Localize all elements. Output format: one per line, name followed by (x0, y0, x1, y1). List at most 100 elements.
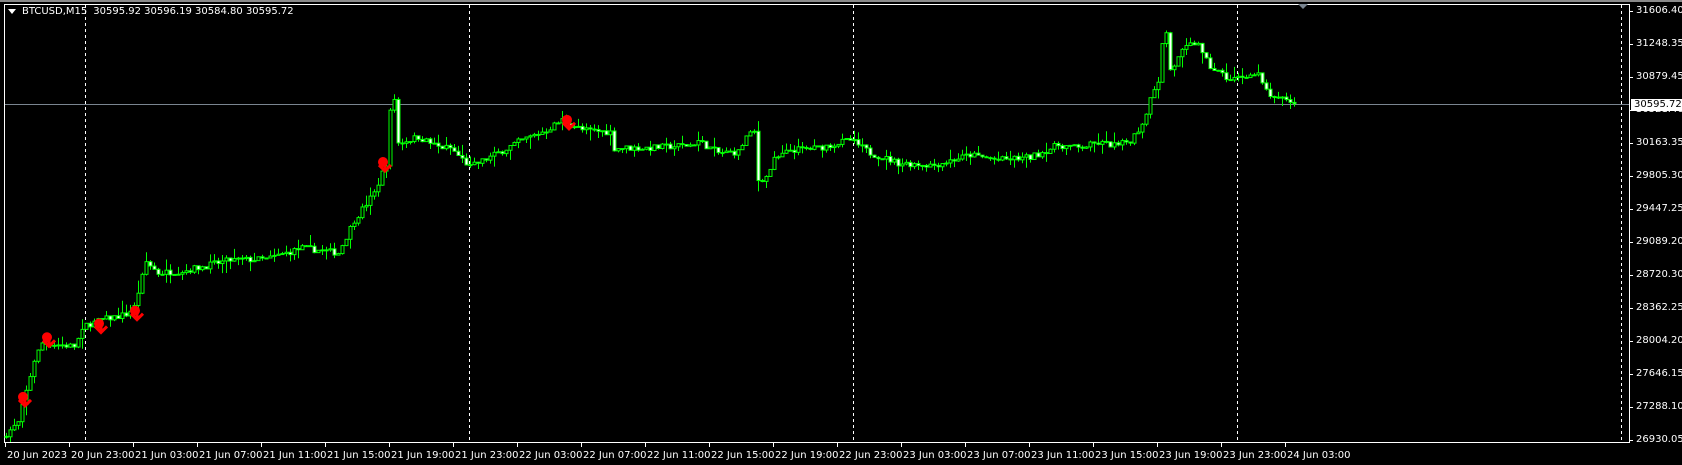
candle (196, 265, 201, 275)
candle (484, 158, 489, 163)
candle-body (808, 147, 813, 150)
candle (280, 251, 285, 256)
candle (776, 155, 781, 160)
candle-body (1140, 123, 1145, 133)
candle (408, 141, 413, 145)
candle-body (1076, 144, 1081, 148)
candle-body (848, 137, 853, 141)
candle (184, 264, 189, 275)
candle (964, 146, 969, 162)
candle-body (452, 147, 457, 152)
candle-body (1220, 69, 1225, 74)
candle-body (68, 343, 73, 348)
candle (552, 121, 557, 131)
candle (260, 254, 265, 261)
candle-body (1028, 154, 1033, 161)
candle-body (976, 152, 981, 156)
candle (460, 144, 465, 164)
candle (748, 130, 753, 137)
candle (16, 421, 21, 430)
candle-body (668, 143, 673, 150)
candle (836, 143, 841, 149)
candle (524, 136, 529, 143)
candle-body (940, 163, 945, 168)
candle (304, 244, 309, 248)
candle-body (880, 158, 885, 161)
candle-body (1004, 156, 1009, 160)
candle (332, 242, 337, 259)
candle (1048, 148, 1053, 154)
candle (1268, 82, 1273, 99)
candle-body (1236, 75, 1241, 78)
candle-body (308, 245, 313, 248)
candle-body (392, 98, 397, 111)
candle-body (1196, 42, 1201, 46)
candle-body (952, 159, 957, 162)
candle-body (264, 257, 269, 260)
candle-body (652, 144, 657, 152)
candle (1228, 74, 1233, 82)
chart-shift-marker[interactable] (1298, 4, 1308, 9)
candle (356, 215, 361, 226)
candle (656, 144, 661, 150)
candle-body (360, 206, 365, 219)
candle-body (1100, 140, 1105, 145)
candle (456, 145, 461, 157)
candle-body (1136, 131, 1141, 135)
candle-body (444, 144, 449, 150)
candle-body (336, 253, 341, 256)
candle-body (464, 157, 469, 166)
candle-body (1096, 142, 1101, 145)
candle (808, 146, 813, 151)
candle (308, 234, 313, 248)
candle (860, 138, 865, 153)
candle-body (1228, 79, 1233, 82)
candle (864, 144, 869, 153)
candle-body (216, 260, 221, 265)
candle (212, 254, 217, 265)
candle-body (644, 146, 649, 150)
candle (1236, 72, 1241, 82)
candle-body (256, 256, 261, 262)
candle-body (296, 248, 301, 251)
candle (1128, 141, 1133, 146)
candle (1044, 142, 1049, 162)
time-tick-label: 22 Jun 11:00 (647, 450, 711, 461)
candle (448, 143, 453, 155)
candle-body (280, 253, 285, 256)
candle (264, 257, 269, 260)
candle (168, 264, 173, 284)
candle-body (732, 150, 737, 156)
current-price-label: 30595.72 (1631, 98, 1682, 111)
candle-body (740, 144, 745, 151)
candle (8, 426, 13, 443)
candle (496, 148, 501, 154)
candle-body (4, 435, 9, 438)
candle (868, 145, 873, 159)
candle-body (40, 342, 45, 351)
candle-body (1008, 158, 1013, 161)
price-tick-label: 27288.10 (1636, 401, 1682, 412)
price-chart[interactable] (0, 0, 1682, 465)
candle-body (916, 163, 921, 167)
time-tick-label: 21 Jun 19:00 (391, 450, 455, 461)
candle (1176, 56, 1181, 67)
candle-body (760, 180, 765, 183)
candle-body (1216, 69, 1221, 72)
candle (20, 403, 25, 428)
candle (232, 248, 237, 262)
candle (364, 195, 369, 212)
candle (172, 273, 177, 276)
candle (1100, 139, 1105, 154)
candle (160, 270, 165, 276)
candle-body (340, 245, 345, 255)
candle (908, 160, 913, 171)
candle (520, 138, 525, 141)
candle-body (196, 265, 201, 271)
candle-body (872, 154, 877, 158)
candle (288, 248, 293, 262)
time-tick-label: 24 Jun 03:00 (1287, 450, 1351, 461)
candle-body (408, 141, 413, 144)
dropdown-triangle-icon[interactable] (8, 9, 16, 14)
candle-body (1272, 96, 1277, 99)
